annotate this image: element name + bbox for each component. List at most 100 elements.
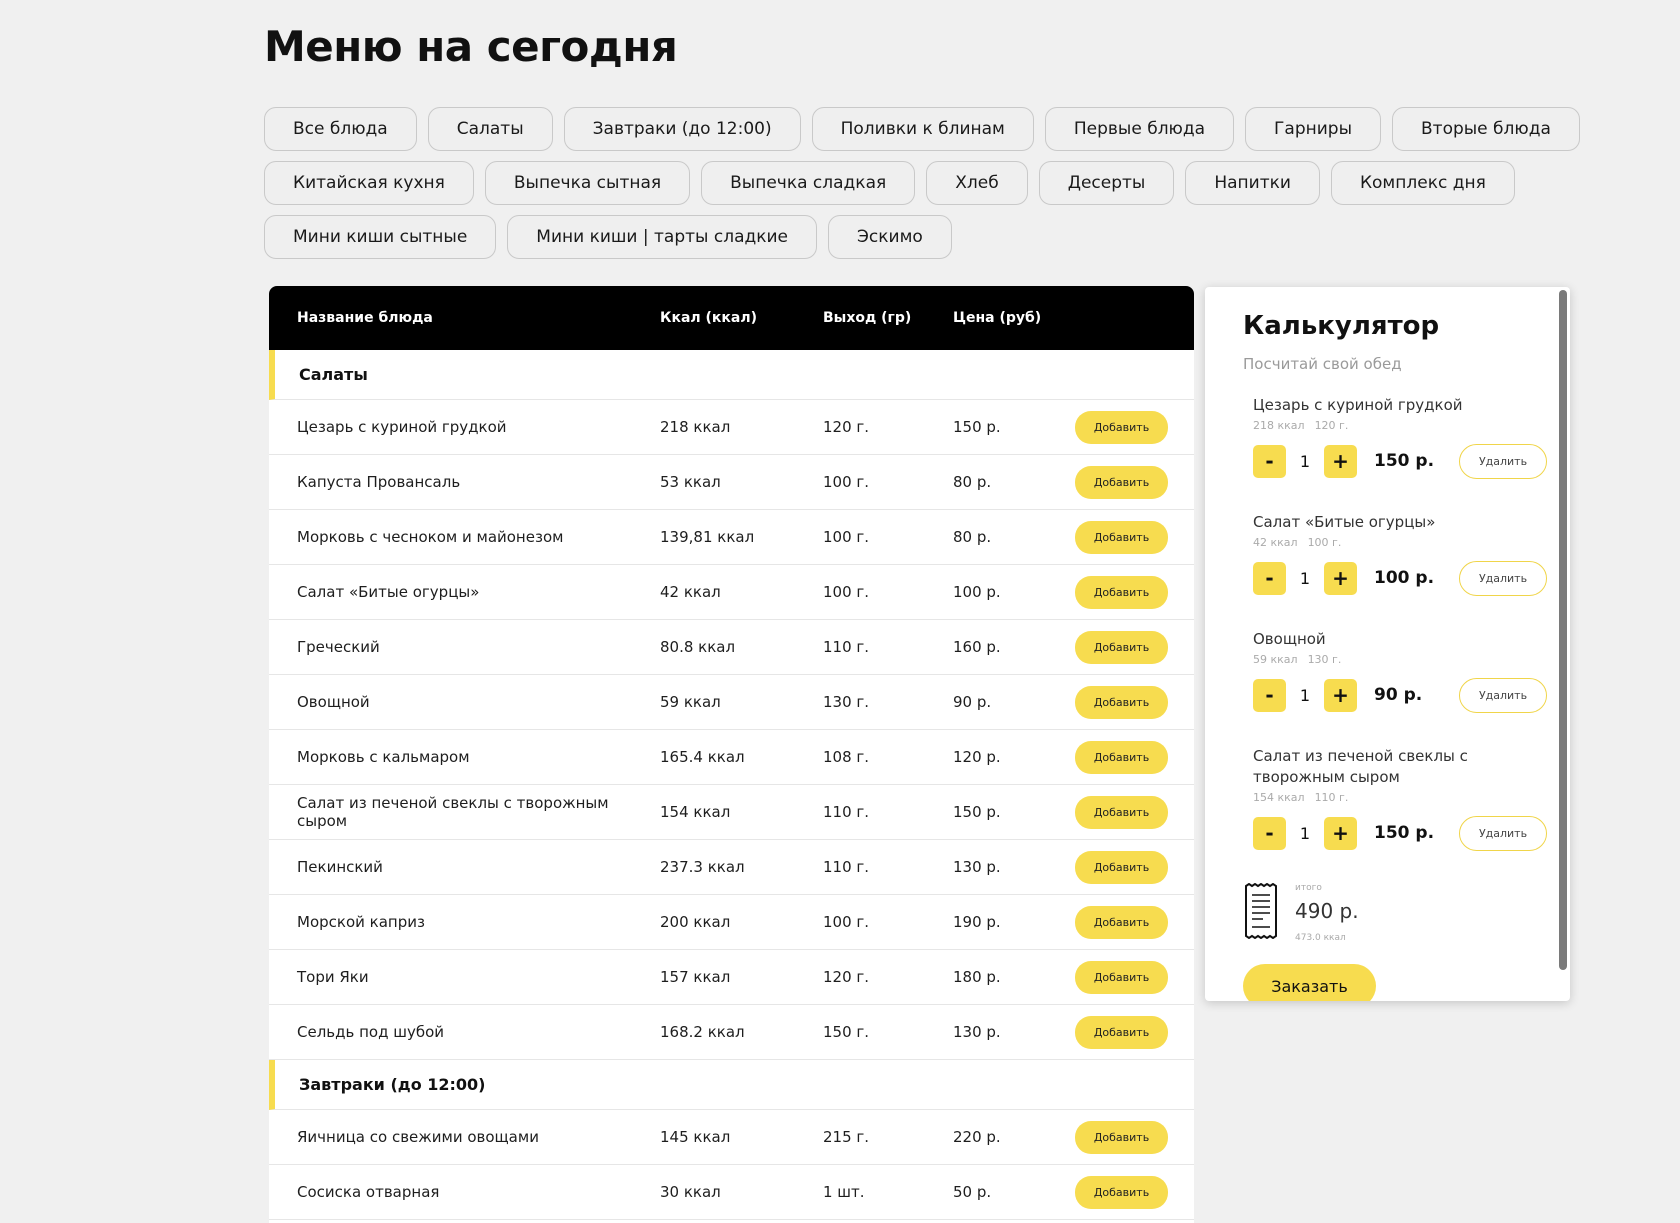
filter-chip-soups[interactable]: Первые блюда bbox=[1044, 107, 1235, 151]
table-row: Сельдь под шубой 168.2 ккал 150 г. 130 р… bbox=[269, 1005, 1194, 1060]
filter-chip-breakfast[interactable]: Завтраки (до 12:00) bbox=[563, 107, 801, 151]
increase-button[interactable]: + bbox=[1324, 444, 1357, 478]
dish-weight: 110 г. bbox=[823, 638, 870, 656]
table-row: Морковь с кальмаром 165.4 ккал 108 г. 12… bbox=[269, 730, 1194, 785]
header-weight: Выход (гр) bbox=[823, 310, 912, 326]
dish-name: Салат из печеной свеклы с творожным сыро… bbox=[297, 794, 609, 830]
filter-chip-eskimo[interactable]: Эскимо bbox=[828, 215, 952, 259]
calc-item-name: Овощной bbox=[1253, 630, 1326, 648]
filter-chip-combo[interactable]: Комплекс дня bbox=[1330, 161, 1515, 205]
dish-kcal: 168.2 ккал bbox=[660, 1023, 745, 1041]
dish-name: Морковь с чесноком и майонезом bbox=[297, 528, 564, 546]
dish-name: Яичница со свежими овощами bbox=[297, 1128, 539, 1146]
filter-chip-desserts[interactable]: Десерты bbox=[1038, 161, 1175, 205]
filter-chip-mini-quiche-savory[interactable]: Мини киши сытные bbox=[264, 215, 497, 259]
calc-item-controls: - 1 + 150 р. Удалить bbox=[1253, 443, 1553, 479]
add-button[interactable]: Добавить bbox=[1075, 1015, 1168, 1049]
decrease-button[interactable]: - bbox=[1253, 561, 1286, 595]
dish-weight: 1 шт. bbox=[823, 1183, 865, 1201]
dish-weight: 100 г. bbox=[823, 473, 870, 491]
calc-item-kcal: 59 ккал bbox=[1253, 653, 1298, 666]
dish-price: 80 р. bbox=[953, 528, 992, 546]
filter-chip-bread[interactable]: Хлеб bbox=[926, 161, 1028, 205]
dish-price: 50 р. bbox=[953, 1183, 992, 1201]
total-info: итого 490 р. 473.0 ккал bbox=[1295, 883, 1359, 943]
calc-item-meta: 59 ккал 130 г. bbox=[1253, 653, 1553, 666]
calc-item-controls: - 1 + 90 р. Удалить bbox=[1253, 677, 1553, 713]
total-label: итого bbox=[1295, 883, 1322, 893]
table-row: Сосиска отварная 30 ккал 1 шт. 50 р. Доб… bbox=[269, 1165, 1194, 1220]
filter-row: Китайская кухня Выпечка сытная Выпечка с… bbox=[264, 161, 1515, 205]
add-button[interactable]: Добавить bbox=[1075, 520, 1168, 554]
dish-kcal: 200 ккал bbox=[660, 913, 731, 931]
dish-name: Греческий bbox=[297, 638, 380, 656]
calc-item-kcal: 42 ккал bbox=[1253, 536, 1298, 549]
add-button[interactable]: Добавить bbox=[1075, 410, 1168, 444]
filter-chip-mains[interactable]: Вторые блюда bbox=[1392, 107, 1580, 151]
delete-button[interactable]: Удалить bbox=[1459, 677, 1547, 713]
add-button[interactable]: Добавить bbox=[1075, 960, 1168, 994]
decrease-button[interactable]: - bbox=[1253, 678, 1286, 712]
dish-kcal: 154 ккал bbox=[660, 803, 731, 821]
filter-chip-chinese[interactable]: Китайская кухня bbox=[264, 161, 474, 205]
calculator-scrollbar[interactable] bbox=[1559, 290, 1567, 970]
add-button[interactable]: Добавить bbox=[1075, 465, 1168, 499]
filter-chip-pancake-sauces[interactable]: Поливки к блинам bbox=[811, 107, 1034, 151]
dish-weight: 100 г. bbox=[823, 583, 870, 601]
add-button[interactable]: Добавить bbox=[1075, 905, 1168, 939]
dish-name: Сосиска отварная bbox=[297, 1183, 440, 1201]
add-button[interactable]: Добавить bbox=[1075, 1120, 1168, 1154]
table-row: Овощной 59 ккал 130 г. 90 р. Добавить bbox=[269, 675, 1194, 730]
dish-kcal: 237.3 ккал bbox=[660, 858, 745, 876]
filter-chip-all[interactable]: Все блюда bbox=[264, 107, 417, 151]
dish-name: Морковь с кальмаром bbox=[297, 748, 470, 766]
category-filters: Все блюда Салаты Завтраки (до 12:00) Пол… bbox=[264, 107, 1580, 269]
calc-item-meta: 218 ккал 120 г. bbox=[1253, 419, 1553, 432]
dish-weight: 120 г. bbox=[823, 968, 870, 986]
calculator-panel: Калькулятор Посчитай свой обед Цезарь с … bbox=[1205, 287, 1570, 1001]
filter-chip-drinks[interactable]: Напитки bbox=[1185, 161, 1320, 205]
calc-item-weight: 110 г. bbox=[1314, 791, 1349, 804]
filter-chip-mini-quiche-sweet[interactable]: Мини киши | тарты сладкие bbox=[507, 215, 818, 259]
filter-chip-sides[interactable]: Гарниры bbox=[1245, 107, 1381, 151]
add-button[interactable]: Добавить bbox=[1075, 740, 1168, 774]
add-button[interactable]: Добавить bbox=[1075, 685, 1168, 719]
dish-price: 220 р. bbox=[953, 1128, 1001, 1146]
add-button[interactable]: Добавить bbox=[1075, 575, 1168, 609]
dish-weight: 100 г. bbox=[823, 913, 870, 931]
dish-price: 130 р. bbox=[953, 858, 1001, 876]
decrease-button[interactable]: - bbox=[1253, 816, 1286, 850]
total-price: 490 р. bbox=[1295, 899, 1359, 923]
add-button[interactable]: Добавить bbox=[1075, 795, 1168, 829]
delete-button[interactable]: Удалить bbox=[1459, 443, 1547, 479]
increase-button[interactable]: + bbox=[1324, 561, 1357, 595]
filter-chip-salads[interactable]: Салаты bbox=[427, 107, 553, 151]
delete-button[interactable]: Удалить bbox=[1459, 560, 1547, 596]
dish-name: Овощной bbox=[297, 693, 370, 711]
increase-button[interactable]: + bbox=[1324, 678, 1357, 712]
order-button[interactable]: Заказать bbox=[1243, 964, 1376, 1001]
dish-price: 120 р. bbox=[953, 748, 1001, 766]
quantity-value: 1 bbox=[1299, 451, 1311, 471]
filter-chip-savory-pastry[interactable]: Выпечка сытная bbox=[484, 161, 691, 205]
add-button[interactable]: Добавить bbox=[1075, 850, 1168, 884]
add-button[interactable]: Добавить bbox=[1075, 630, 1168, 664]
dish-kcal: 59 ккал bbox=[660, 693, 721, 711]
dish-name: Капуста Провансаль bbox=[297, 473, 461, 491]
dish-price: 80 р. bbox=[953, 473, 992, 491]
dish-price: 180 р. bbox=[953, 968, 1001, 986]
page-title: Меню на сегодня bbox=[264, 22, 678, 71]
quantity-value: 1 bbox=[1299, 685, 1311, 705]
add-button[interactable]: Добавить bbox=[1075, 1175, 1168, 1209]
dish-weight: 110 г. bbox=[823, 858, 870, 876]
filter-row: Все блюда Салаты Завтраки (до 12:00) Пол… bbox=[264, 107, 1580, 151]
filter-chip-sweet-pastry[interactable]: Выпечка сладкая bbox=[701, 161, 916, 205]
calc-item-kcal: 218 ккал bbox=[1253, 419, 1305, 432]
calc-item-meta: 154 ккал 110 г. bbox=[1253, 791, 1553, 804]
delete-button[interactable]: Удалить bbox=[1459, 815, 1547, 851]
table-header: Название блюда Ккал (ккал) Выход (гр) Це… bbox=[269, 286, 1194, 350]
calc-item-meta: 42 ккал 100 г. bbox=[1253, 536, 1553, 549]
decrease-button[interactable]: - bbox=[1253, 444, 1286, 478]
dish-kcal: 218 ккал bbox=[660, 418, 731, 436]
increase-button[interactable]: + bbox=[1324, 816, 1357, 850]
